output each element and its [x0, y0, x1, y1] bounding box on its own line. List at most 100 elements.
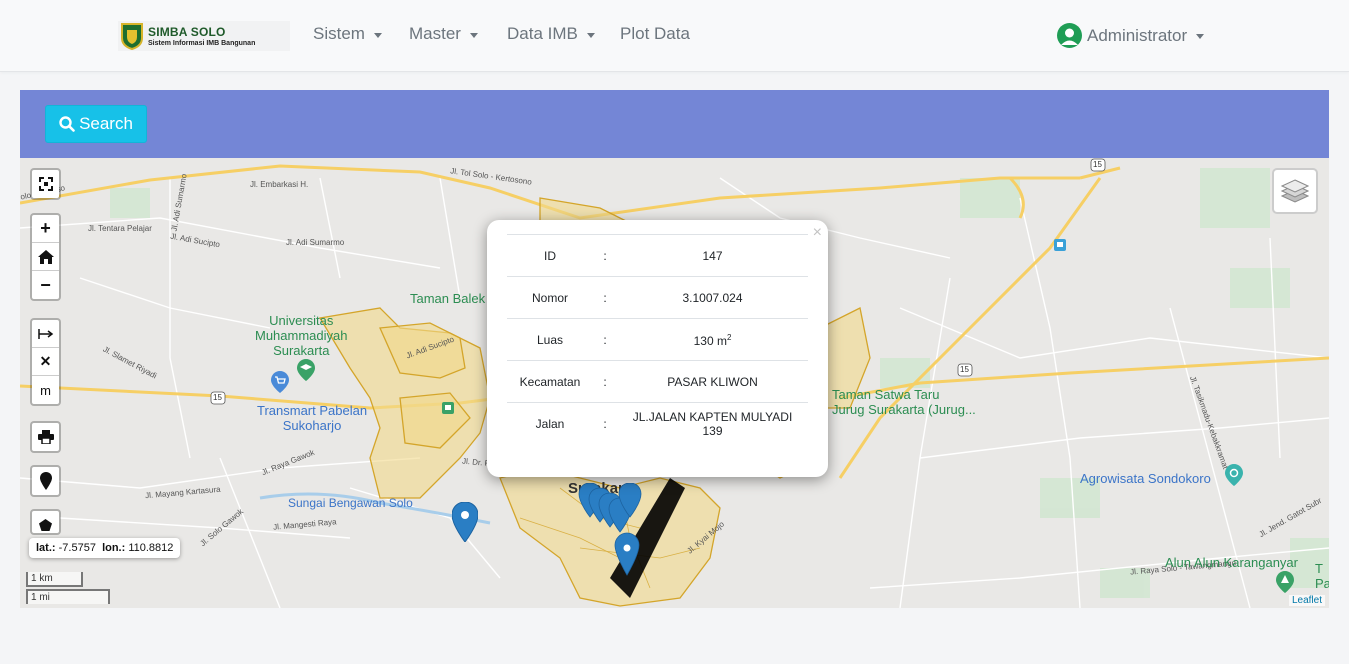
row-sep: :: [593, 402, 617, 445]
caret-down-icon: [373, 32, 382, 38]
row-value: JL.JALAN KAPTEN MULYADI 139: [617, 402, 808, 445]
route-15-label: 15: [960, 365, 969, 374]
map[interactable]: 15 15 15 Jl. Tol Solo - Kertosono olo - …: [20, 158, 1329, 608]
school-pin-icon: [297, 359, 315, 381]
home-icon: [37, 249, 54, 264]
brand-logo-link[interactable]: SIMBA SOLO Sistem Informasi IMB Bangunan: [118, 21, 290, 51]
user-avatar-icon: [1057, 23, 1082, 48]
shopping-cart-pin-icon: [271, 371, 289, 393]
crest-logo-icon: [121, 23, 143, 50]
nav-data-imb[interactable]: Data IMB: [507, 24, 595, 44]
fullscreen-icon: [38, 177, 53, 191]
row-value: PASAR KLIWON: [617, 360, 808, 403]
nav-master[interactable]: Master: [409, 24, 478, 44]
row-sep: :: [593, 318, 617, 361]
print-button[interactable]: [32, 423, 59, 451]
caret-down-icon: [1196, 34, 1205, 39]
row-key: Nomor: [507, 276, 593, 319]
place-agrowisata: Agrowisata Sondokoro: [1080, 471, 1211, 486]
table-row: Kecamatan : PASAR KLIWON: [507, 360, 808, 403]
measure-distance-button[interactable]: [32, 320, 59, 348]
park-pin-icon: [1276, 571, 1294, 593]
lat-value: -7.5757: [58, 542, 96, 554]
draw-marker-button[interactable]: [32, 467, 59, 495]
row-key: Jalan: [507, 402, 593, 445]
zoom-out-button[interactable]: −: [32, 271, 59, 299]
row-sep: :: [593, 360, 617, 403]
place-ums: Universitas Muhammadiyah Surakarta: [255, 313, 348, 358]
brand-title: SIMBA SOLO: [148, 24, 226, 39]
coordinates-display: lat.: -7.5757 lon.: 110.8812: [29, 538, 181, 558]
print-icon: [37, 430, 54, 444]
scale-imperial: 1 mi: [26, 589, 110, 604]
draw-polygon-button[interactable]: [32, 511, 59, 533]
search-panel: Search: [20, 90, 1329, 158]
nav-data-imb-label: Data IMB: [507, 24, 578, 43]
search-button[interactable]: Search: [45, 105, 147, 143]
road-label: Jl. Adi Sumarmo: [286, 238, 345, 247]
zoom-control: + −: [30, 213, 61, 301]
measure-unit-button[interactable]: m: [32, 376, 59, 404]
table-row: Jalan : JL.JALAN KAPTEN MULYADI 139: [507, 402, 808, 445]
layers-control-button[interactable]: [1272, 168, 1318, 214]
camera-pin-icon: [1225, 464, 1243, 486]
row-key: ID: [507, 234, 593, 277]
search-button-label: Search: [79, 114, 133, 133]
row-value: 130 m2: [617, 318, 808, 361]
imb-marker-icon[interactable]: [452, 502, 478, 542]
draw-marker-control: [30, 465, 61, 497]
luas-value: 130 m: [693, 334, 727, 348]
navbar: SIMBA SOLO Sistem Informasi IMB Bangunan…: [0, 0, 1349, 72]
row-key: Luas: [507, 318, 593, 361]
nav-sistem[interactable]: Sistem: [313, 24, 382, 44]
user-menu[interactable]: Administrator: [1057, 23, 1205, 48]
table-row: Nomor : 3.1007.024: [507, 276, 808, 319]
measure-control: ✕ m: [30, 318, 61, 406]
place-taman-satwa: Taman Satwa Taru Jurug Surakarta (Jurug.…: [832, 387, 976, 417]
popup-info-table: ID : 147 Nomor : 3.1007.024 Luas : 130 m…: [507, 234, 808, 445]
fullscreen-control: [30, 168, 61, 200]
caret-down-icon: [469, 32, 478, 38]
marker-icon: [39, 472, 52, 490]
row-sep: :: [593, 234, 617, 277]
transit-icon: [1054, 239, 1066, 251]
table-row: Luas : 130 m2: [507, 318, 808, 361]
place-transmart: Transmart Pabelan Sukoharjo: [257, 403, 368, 433]
lon-label: lon.:: [102, 542, 126, 554]
row-key: Kecamatan: [507, 360, 593, 403]
brand-subtitle: Sistem Informasi IMB Bangunan: [148, 39, 256, 47]
nav-plot-data-label: Plot Data: [620, 24, 690, 43]
place-bengawan-solo: Sungai Bengawan Solo: [288, 496, 413, 510]
measure-clear-button[interactable]: ✕: [32, 348, 59, 376]
table-row: ID : 147: [507, 234, 808, 277]
polygon-icon: [39, 519, 52, 531]
layers-icon: [1281, 179, 1309, 203]
caret-down-icon: [586, 32, 595, 38]
popup-close-button[interactable]: ×: [813, 224, 822, 242]
search-icon: [59, 116, 75, 132]
home-button[interactable]: [32, 243, 59, 271]
lat-label: lat.:: [36, 542, 56, 554]
imb-marker-cluster[interactable]: [575, 483, 685, 578]
nav-plot-data[interactable]: Plot Data: [620, 24, 690, 44]
route-15-label: 15: [1093, 160, 1102, 169]
place-cut-label: T Pa: [1315, 561, 1329, 591]
draw-polygon-control: [30, 509, 61, 535]
luas-unit-sup: 2: [726, 333, 732, 342]
road-label: Jl. Embarkasi H.: [250, 180, 309, 189]
nav-master-label: Master: [409, 24, 461, 43]
transit-icon: [442, 402, 454, 414]
zoom-in-button[interactable]: +: [32, 215, 59, 243]
nav-sistem-label: Sistem: [313, 24, 365, 43]
row-value: 147: [617, 234, 808, 277]
print-control: [30, 421, 61, 453]
route-15-label: 15: [213, 393, 222, 402]
fullscreen-button[interactable]: [32, 170, 59, 198]
row-sep: :: [593, 276, 617, 319]
place-taman-balekambang: Taman Balek: [410, 291, 486, 306]
measure-arrow-icon: [37, 328, 53, 339]
lon-value: 110.8812: [128, 542, 174, 554]
marker-popup: × ID : 147 Nomor : 3.1007.024 Luas : 130…: [487, 220, 828, 477]
scale-metric: 1 km: [26, 572, 83, 587]
leaflet-attribution-link[interactable]: Leaflet: [1288, 595, 1325, 606]
